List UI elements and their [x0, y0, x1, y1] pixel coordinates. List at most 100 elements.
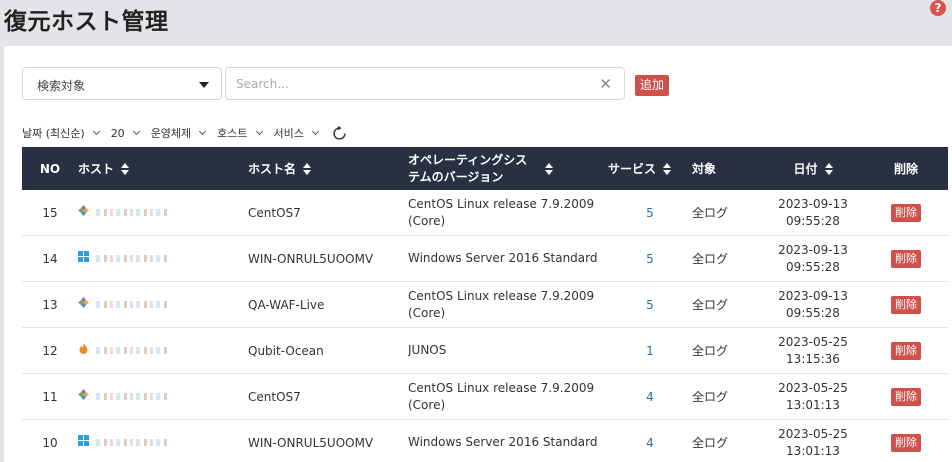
flame-icon [78, 343, 89, 354]
linux-icon [78, 205, 89, 216]
search-input[interactable] [236, 76, 576, 92]
row-service-count[interactable]: 5 [608, 236, 692, 282]
table-row[interactable]: 10 WIN-ONRUL5UOOMV Windows Server 2016 Sta… [22, 420, 948, 462]
row-no: 10 [42, 435, 58, 450]
col-no: NO [39, 161, 61, 176]
clear-icon[interactable]: ✕ [599, 75, 612, 93]
row-host [78, 190, 248, 236]
row-host [78, 282, 248, 328]
row-host [78, 236, 248, 282]
filter-sort-date[interactable]: 날짜 (최신순) [22, 125, 100, 141]
row-date: 2023-09-13 09:55:28 [762, 282, 864, 328]
table-header-row: NO ホスト ホスト名 オペレーティングシステムのバージョン サービス 対象 日… [22, 147, 948, 190]
col-host-name[interactable]: ホスト名 [248, 147, 408, 190]
row-os-version: CentOS Linux release 7.9.2009 (Core) [408, 288, 595, 320]
redacted-host-address [96, 439, 168, 446]
row-target: 全ログ [692, 344, 729, 358]
row-date-time: 09:55:28 [786, 213, 840, 228]
row-date: 2023-09-13 09:55:28 [762, 190, 864, 236]
row-service-count[interactable]: 5 [608, 282, 692, 328]
col-services-label: サービス [608, 162, 657, 176]
row-host-name: CentOS7 [248, 389, 301, 404]
col-services[interactable]: サービス [608, 147, 692, 190]
filter-os[interactable]: 운영체제 [150, 125, 207, 141]
row-date-day: 2023-09-13 [778, 288, 848, 303]
row-target: 全ログ [692, 390, 729, 404]
row-delete-cell: 削除 [864, 420, 948, 462]
delete-button[interactable]: 削除 [891, 433, 921, 452]
delete-button[interactable]: 削除 [891, 387, 921, 406]
col-delete: 削除 [893, 162, 918, 176]
filter-host[interactable]: 호스트 [217, 125, 263, 141]
row-date-time: 09:55:28 [786, 305, 840, 320]
redacted-host-address [96, 209, 168, 216]
row-date: 2023-05-25 13:15:36 [762, 328, 864, 374]
refresh-icon[interactable] [332, 125, 347, 141]
filter-label: 날짜 (최신순) [22, 127, 85, 140]
delete-button[interactable]: 削除 [891, 341, 921, 360]
filter-label: 서비스 [273, 127, 304, 140]
row-target: 全ログ [692, 298, 729, 312]
search-target-select[interactable]: 検索対象 [22, 67, 222, 100]
delete-button[interactable]: 削除 [891, 203, 921, 222]
row-date-day: 2023-05-25 [778, 426, 848, 441]
row-date: 2023-05-25 13:01:13 [762, 374, 864, 420]
row-no: 13 [42, 297, 58, 312]
row-delete-cell: 削除 [864, 282, 948, 328]
windows-icon [78, 251, 89, 262]
row-host-name: Qubit-Ocean [248, 343, 324, 358]
row-no: 15 [42, 205, 58, 220]
table-row[interactable]: 12 Qubit-Ocean JUNOS 1 全ログ 2023-05-25 13:15:36… [22, 328, 948, 374]
row-host-name: WIN-ONRUL5UOOMV [248, 435, 374, 450]
row-os-version: CentOS Linux release 7.9.2009 (Core) [408, 380, 595, 412]
row-os-version: JUNOS [408, 343, 447, 357]
col-host[interactable]: ホスト [78, 147, 248, 190]
col-os-label: オペレーティングシステムのバージョン [408, 152, 528, 184]
sort-icon[interactable] [303, 162, 312, 175]
row-target: 全ログ [692, 436, 729, 450]
table-row[interactable]: 15 CentOS7 CentOS Linux release 7.9.2009 (… [22, 190, 948, 236]
row-date-day: 2023-09-13 [778, 242, 848, 257]
col-os[interactable]: オペレーティングシステムのバージョン [408, 147, 608, 190]
row-os-version: CentOS Linux release 7.9.2009 (Core) [408, 196, 595, 228]
chevron-down-icon [255, 127, 263, 136]
row-host [78, 374, 248, 420]
row-delete-cell: 削除 [864, 236, 948, 282]
row-service-count[interactable]: 4 [608, 420, 692, 462]
filter-page-size[interactable]: 20 [111, 127, 140, 140]
help-icon[interactable]: ? [930, 0, 946, 16]
table-row[interactable]: 11 CentOS7 CentOS Linux release 7.9.2009 (… [22, 374, 948, 420]
delete-button[interactable]: 削除 [891, 295, 921, 314]
row-host-name: CentOS7 [248, 205, 301, 220]
row-date-time: 13:01:13 [786, 443, 840, 458]
row-date: 2023-09-13 09:55:28 [762, 236, 864, 282]
row-date-time: 13:01:13 [786, 397, 840, 412]
sort-icon[interactable] [121, 162, 130, 175]
host-table: NO ホスト ホスト名 オペレーティングシステムのバージョン サービス 対象 日… [22, 147, 948, 462]
search-box: ✕ [225, 67, 625, 100]
filter-label: 운영체제 [150, 127, 192, 140]
sort-icon[interactable] [663, 162, 672, 175]
redacted-host-address [96, 347, 168, 354]
chevron-down-icon [92, 127, 100, 136]
chevron-down-icon [132, 127, 140, 136]
col-date[interactable]: 日付 [762, 147, 864, 190]
row-service-count[interactable]: 5 [608, 190, 692, 236]
linux-icon [78, 389, 89, 400]
row-os-version: Windows Server 2016 Standard [408, 435, 598, 449]
row-service-count[interactable]: 1 [608, 328, 692, 374]
sort-icon[interactable] [545, 162, 553, 175]
table-row[interactable]: 14 WIN-ONRUL5UOOMV Windows Server 2016 Sta… [22, 236, 948, 282]
page-title: 復元ホスト管理 [4, 9, 169, 35]
row-host [78, 328, 248, 374]
filter-service[interactable]: 서비스 [273, 125, 319, 141]
sort-icon[interactable] [824, 162, 833, 175]
row-delete-cell: 削除 [864, 328, 948, 374]
table-row[interactable]: 13 QA-WAF-Live CentOS Linux release 7.9.20… [22, 282, 948, 328]
row-no: 11 [42, 389, 58, 404]
row-date: 2023-05-25 13:01:13 [762, 420, 864, 462]
chevron-down-icon [311, 127, 319, 136]
row-service-count[interactable]: 4 [608, 374, 692, 420]
delete-button[interactable]: 削除 [891, 249, 921, 268]
add-button[interactable]: 追加 [635, 75, 670, 96]
